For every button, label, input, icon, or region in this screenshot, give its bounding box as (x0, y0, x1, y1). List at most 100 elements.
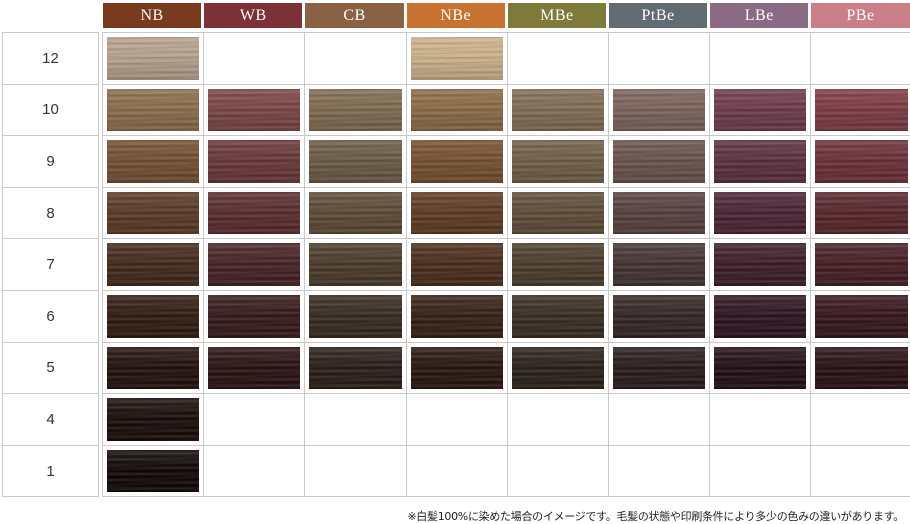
color-swatch (107, 346, 200, 390)
column-header-cb: CB (305, 3, 404, 28)
column-header-ptbe: PtBe (609, 3, 708, 28)
level-label: 1 (2, 444, 99, 498)
color-swatch (410, 37, 503, 80)
grid-cell (709, 290, 812, 343)
grid-cell (405, 290, 508, 343)
column-header-lbe: LBe (710, 3, 809, 28)
level-label: 6 (2, 290, 99, 343)
column-header-nbe: NBe (406, 3, 505, 28)
color-swatch (613, 191, 706, 235)
color-swatch (107, 295, 200, 338)
color-swatch (613, 88, 706, 132)
grid-cell (506, 444, 609, 498)
grid-cell (203, 393, 306, 446)
grid-cell (304, 238, 407, 291)
color-swatch (815, 88, 908, 132)
grid-cell (810, 290, 910, 343)
color-swatch (714, 140, 807, 183)
grid-cell (405, 186, 508, 240)
hair-color-chart: NB WB CB NBe MBe PtBe LBe PBe 12 10 9 8 7 6 5 4 1 (0, 0, 910, 524)
footnote: ※白髪100%に染めた場合のイメージです。毛髪の状態や印刷条件により多少の色みの… (407, 510, 904, 523)
grid-cell (608, 135, 711, 188)
grid-cell (709, 135, 812, 188)
grid-cell (608, 393, 711, 446)
color-swatch (309, 295, 402, 338)
color-swatch (309, 243, 402, 286)
color-swatch (511, 88, 604, 132)
color-swatch (107, 449, 200, 493)
grid-cell (405, 341, 508, 395)
color-swatch (511, 346, 604, 390)
color-swatch (714, 243, 807, 286)
grid-cell (810, 341, 910, 395)
grid-cell (709, 238, 812, 291)
color-swatch (107, 140, 200, 183)
grid-cell (506, 341, 609, 395)
grid-cell (506, 290, 609, 343)
grid-cell (203, 238, 306, 291)
grid-cell (810, 135, 910, 188)
color-swatch (309, 140, 402, 183)
grid-cell (709, 444, 812, 498)
grid-cell (304, 393, 407, 446)
grid-cell (304, 290, 407, 343)
color-swatch (815, 346, 908, 390)
grid-cell (506, 83, 609, 137)
color-swatch (107, 88, 200, 132)
grid-cell (405, 135, 508, 188)
grid-cell (608, 444, 711, 498)
color-swatch (511, 140, 604, 183)
grid-cell (203, 444, 306, 498)
grid-cell (608, 290, 711, 343)
grid-cell (102, 290, 205, 343)
color-swatch (410, 191, 503, 235)
grid-cell (810, 186, 910, 240)
grid-cell (304, 83, 407, 137)
color-swatch (208, 88, 301, 132)
level-label: 12 (2, 32, 99, 85)
color-swatch (208, 140, 301, 183)
grid-cell (102, 83, 205, 137)
grid-cell (709, 32, 812, 85)
color-swatch (107, 191, 200, 235)
grid-cell (102, 32, 205, 85)
color-swatch (613, 346, 706, 390)
grid-cell (405, 393, 508, 446)
grid-cell (709, 186, 812, 240)
grid-cell (102, 341, 205, 395)
color-swatch (107, 37, 200, 80)
grid-cell (304, 341, 407, 395)
color-swatch (714, 295, 807, 338)
color-swatch (511, 191, 604, 235)
grid-cell (102, 135, 205, 188)
color-swatch (410, 346, 503, 390)
column-header-mbe: MBe (507, 3, 606, 28)
grid-cell (102, 186, 205, 240)
grid-cell (810, 32, 910, 85)
grid-cell (203, 32, 306, 85)
color-swatch (309, 88, 402, 132)
color-swatch (208, 191, 301, 235)
grid-cell (506, 238, 609, 291)
color-swatch (107, 398, 200, 441)
grid-cell (709, 83, 812, 137)
column-header-pbe: PBe (811, 3, 910, 28)
grid-cell (608, 186, 711, 240)
grid-cell (709, 393, 812, 446)
grid-cell (304, 186, 407, 240)
color-swatch (309, 191, 402, 235)
grid-cell (506, 186, 609, 240)
color-swatch (815, 243, 908, 286)
grid-cell (203, 83, 306, 137)
grid-cell (203, 186, 306, 240)
level-label: 8 (2, 186, 99, 240)
grid-cell (304, 32, 407, 85)
color-swatch (815, 140, 908, 183)
color-swatch (208, 295, 301, 338)
grid-cell (203, 135, 306, 188)
grid-cell (304, 135, 407, 188)
color-swatch (107, 243, 200, 286)
color-swatch (714, 191, 807, 235)
color-swatch (815, 191, 908, 235)
grid-cell (709, 341, 812, 395)
